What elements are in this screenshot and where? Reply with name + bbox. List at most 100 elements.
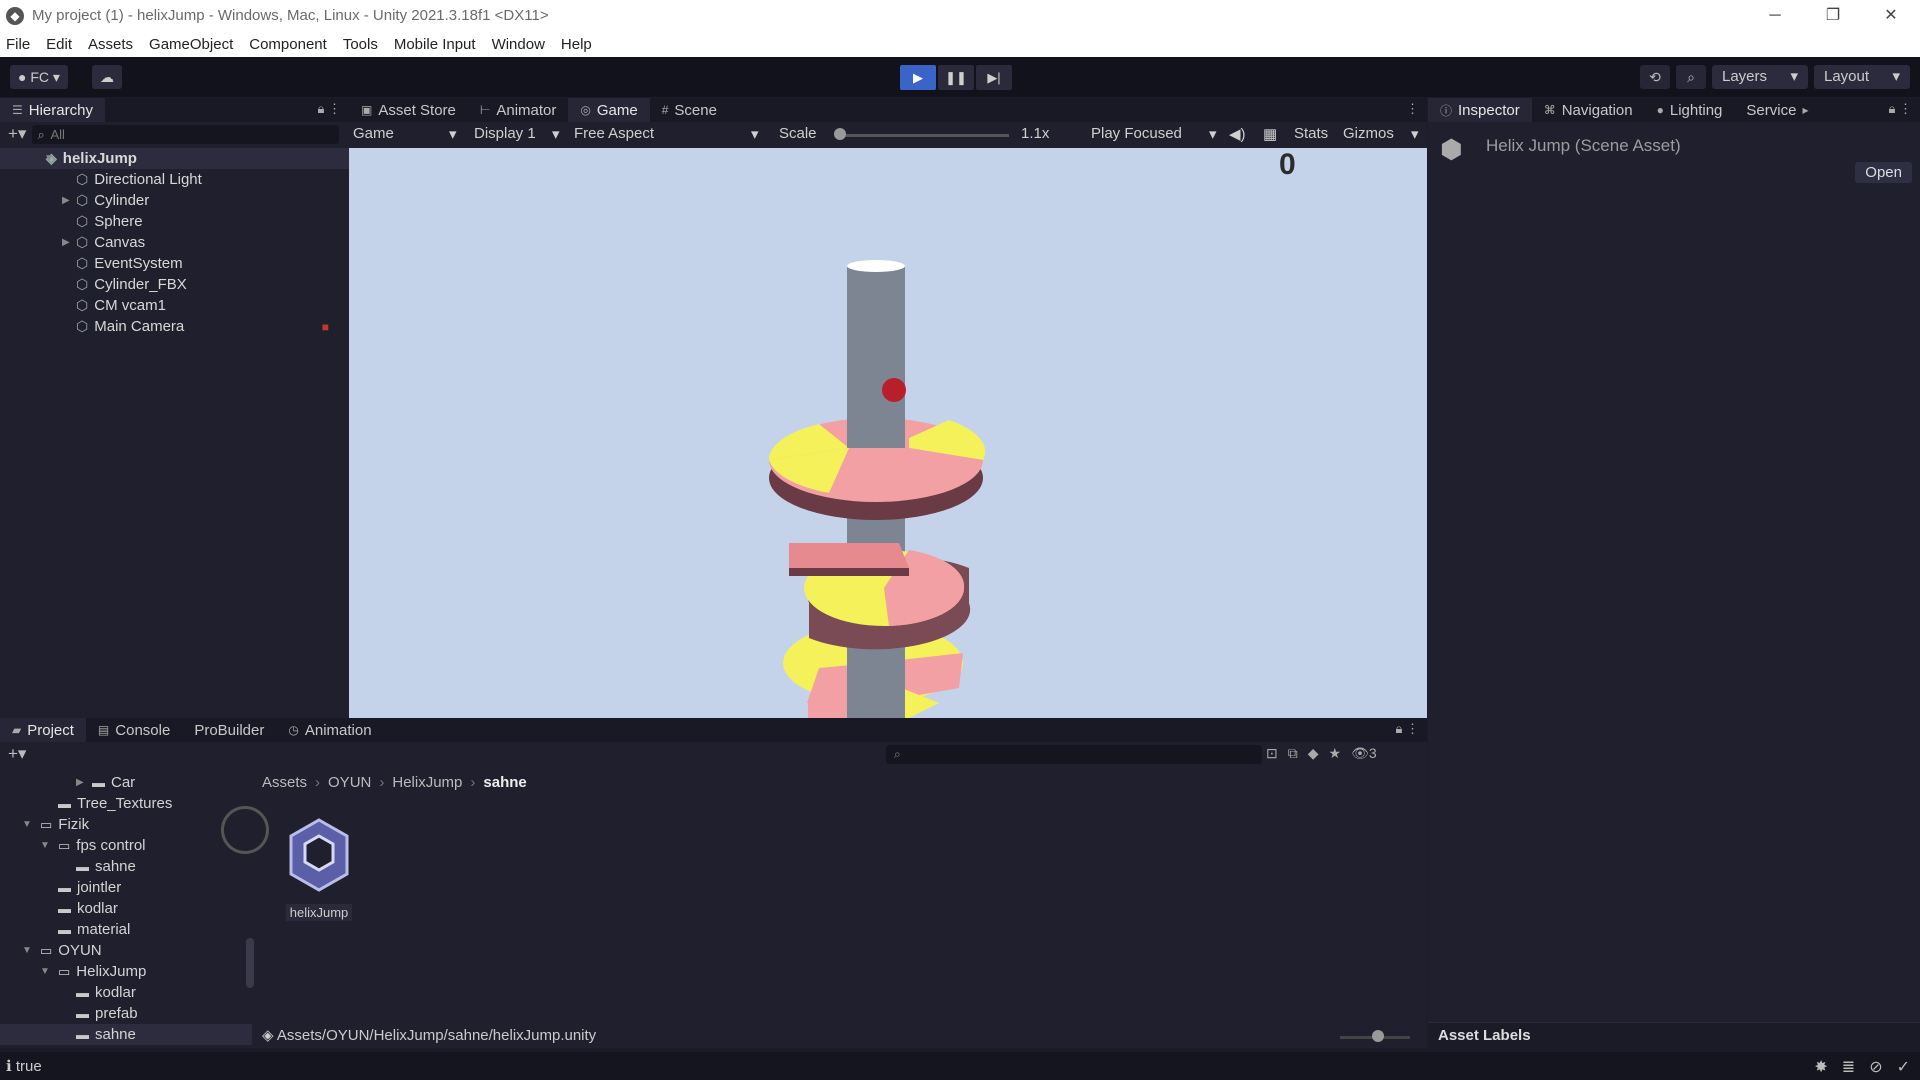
tab-scene[interactable]: # Scene	[650, 98, 729, 122]
tab-probuilder[interactable]: ProBuilder	[182, 718, 276, 742]
hierarchy-search-input[interactable]: ⌕ All	[32, 124, 339, 144]
tab-asset-store[interactable]: ▣ Asset Store	[349, 98, 468, 122]
menu-help[interactable]: Help	[561, 36, 592, 53]
expand-arrow-icon[interactable]: ▼	[22, 819, 32, 830]
tab-console[interactable]: ▤ Console	[86, 718, 182, 742]
layout-dropdown[interactable]: Layout ▾	[1814, 65, 1910, 89]
menu-file[interactable]: File	[6, 36, 30, 53]
account-dropdown[interactable]: ● FC ▾	[10, 65, 68, 89]
cloud-icon[interactable]: ☁	[92, 65, 122, 89]
hierarchy-item[interactable]: ▶ ⬡ Canvas	[0, 232, 349, 253]
tree-item[interactable]: ▬ material	[0, 919, 252, 940]
check-icon[interactable]: ✓	[1897, 1057, 1910, 1077]
pause-button[interactable]: ❚❚	[938, 65, 974, 90]
expand-arrow-icon[interactable]: ▼	[22, 945, 32, 956]
play-button[interactable]: ▶	[900, 65, 936, 90]
hierarchy-item[interactable]: ⬡ CM vcam1	[0, 295, 349, 316]
speaker-icon[interactable]: ◀)	[1229, 125, 1246, 143]
hierarchy-item[interactable]: ⬡ EventSystem	[0, 253, 349, 274]
tab-animator[interactable]: ⊢ Animator	[468, 98, 568, 122]
tree-item[interactable]: ▼ ▭ OYUN	[0, 940, 252, 961]
star-icon[interactable]: ★	[1329, 745, 1342, 762]
tab-hierarchy[interactable]: ☰ Hierarchy	[0, 98, 105, 122]
tab-animation[interactable]: ◷ Animation	[276, 718, 383, 742]
game-mode-dropdown[interactable]: Game	[353, 125, 394, 142]
game-viewport[interactable]: 0	[349, 148, 1427, 718]
hierarchy-item[interactable]: ⬡ Sphere	[0, 211, 349, 232]
menu-component[interactable]: Component	[249, 36, 327, 53]
stats-button[interactable]: Stats	[1294, 125, 1328, 142]
tree-item[interactable]: ▬ kodlar	[0, 898, 252, 919]
tree-item[interactable]: ▼ ▭ HelixJump	[0, 961, 252, 982]
expand-arrow-icon[interactable]: ▼	[40, 840, 50, 851]
tree-item[interactable]: ▼ ▭ Fizik	[0, 814, 252, 835]
expand-arrow-icon[interactable]: ▶	[62, 195, 70, 206]
tree-item[interactable]: ▶ ▬ Car	[0, 772, 252, 793]
stack-icon[interactable]: ≣	[1842, 1057, 1855, 1077]
hierarchy-item[interactable]: ⬡ Cylinder_FBX	[0, 274, 349, 295]
tab-lighting[interactable]: ● Lighting	[1645, 98, 1735, 122]
breadcrumb-oyun[interactable]: OYUN	[328, 774, 371, 791]
play-mode-dropdown[interactable]: Play Focused	[1091, 125, 1182, 142]
tree-item[interactable]: ▼ ▭ fps control	[0, 835, 252, 856]
breadcrumb-helixjump[interactable]: HelixJump	[392, 774, 462, 791]
tree-item[interactable]: ▬ jointler	[0, 877, 252, 898]
add-object-button[interactable]: +▾	[8, 124, 26, 144]
menu-edit[interactable]: Edit	[46, 36, 72, 53]
scale-slider-handle[interactable]	[834, 128, 846, 140]
tab-service[interactable]: Service ▸	[1734, 98, 1820, 122]
more-menu-icon[interactable]: ⋮	[1406, 101, 1419, 117]
tree-scrollbar[interactable]	[246, 938, 254, 988]
tree-item[interactable]: ▬ sahne	[0, 856, 252, 877]
bug-icon[interactable]: ✸	[1814, 1057, 1827, 1077]
tab-navigation[interactable]: ⌘ Navigation	[1532, 98, 1645, 122]
menu-mobile-input[interactable]: Mobile Input	[394, 36, 476, 53]
filter-icon[interactable]: ⧉	[1288, 745, 1298, 762]
step-button[interactable]: ▶|	[976, 65, 1012, 90]
lock-icon[interactable]: 🔒︎ ⋮	[1395, 721, 1419, 737]
expand-arrow-icon[interactable]: ▼	[44, 153, 54, 164]
search-by-type-icon[interactable]: ⊡	[1266, 745, 1278, 762]
tree-item[interactable]: ▬ Tree_Textures	[0, 793, 252, 814]
menu-gameobject[interactable]: GameObject	[149, 36, 233, 53]
history-icon[interactable]: ⟲	[1640, 65, 1670, 89]
tab-inspector[interactable]: ⓘ Inspector	[1428, 98, 1532, 122]
asset-labels-section[interactable]: Asset Labels	[1428, 1022, 1920, 1048]
display-dropdown[interactable]: Display 1	[474, 125, 536, 142]
menu-tools[interactable]: Tools	[343, 36, 378, 53]
menu-window[interactable]: Window	[492, 36, 545, 53]
hidden-packages-icon[interactable]: 👁︎3	[1351, 745, 1377, 762]
lock-icon[interactable]: 🔒︎ ⋮	[317, 101, 341, 117]
hierarchy-item[interactable]: ⬡ Main Camera ■	[0, 316, 349, 337]
network-icon[interactable]: ⊘	[1869, 1057, 1882, 1077]
tree-item[interactable]: ▬ prefab	[0, 1003, 252, 1024]
breadcrumb-sahne[interactable]: sahne	[483, 774, 526, 791]
lock-icon[interactable]: 🔒︎ ⋮	[1888, 101, 1912, 117]
project-search-input[interactable]: ⌕	[886, 745, 1262, 764]
expand-arrow-icon[interactable]: ▼	[40, 966, 50, 977]
layers-dropdown[interactable]: Layers ▾	[1712, 65, 1808, 89]
tree-item[interactable]: ▬ kodlar	[0, 982, 252, 1003]
hierarchy-item[interactable]: ▶ ⬡ Cylinder	[0, 190, 349, 211]
icon-size-slider-handle[interactable]	[1372, 1030, 1384, 1042]
expand-arrow-icon[interactable]: ▶	[76, 777, 84, 788]
minimize-button[interactable]: ─	[1746, 0, 1804, 31]
scale-slider[interactable]	[839, 134, 1009, 137]
scene-root[interactable]: ▼ ◈ helixJump	[0, 148, 349, 169]
tab-project[interactable]: ▰ Project	[0, 718, 86, 742]
tree-item-selected[interactable]: ▬ sahne	[0, 1024, 252, 1045]
gizmos-button[interactable]: Gizmos	[1343, 125, 1394, 142]
open-button[interactable]: Open	[1855, 162, 1912, 183]
restore-button[interactable]: ❐	[1804, 0, 1862, 31]
expand-arrow-icon[interactable]: ▶	[62, 237, 70, 248]
menu-assets[interactable]: Assets	[88, 36, 133, 53]
search-icon[interactable]: ⌕	[1676, 65, 1706, 89]
create-asset-button[interactable]: +▾	[8, 744, 26, 764]
close-button[interactable]: ✕	[1862, 0, 1920, 31]
aspect-dropdown[interactable]: Free Aspect	[574, 125, 654, 142]
asset-helixjump[interactable]: helixJump	[283, 818, 355, 921]
tab-game[interactable]: ◎ Game	[568, 98, 650, 122]
status-message[interactable]: true	[16, 1058, 42, 1075]
keyboard-icon[interactable]: ▦	[1263, 125, 1277, 143]
breadcrumb-assets[interactable]: Assets	[262, 774, 307, 791]
